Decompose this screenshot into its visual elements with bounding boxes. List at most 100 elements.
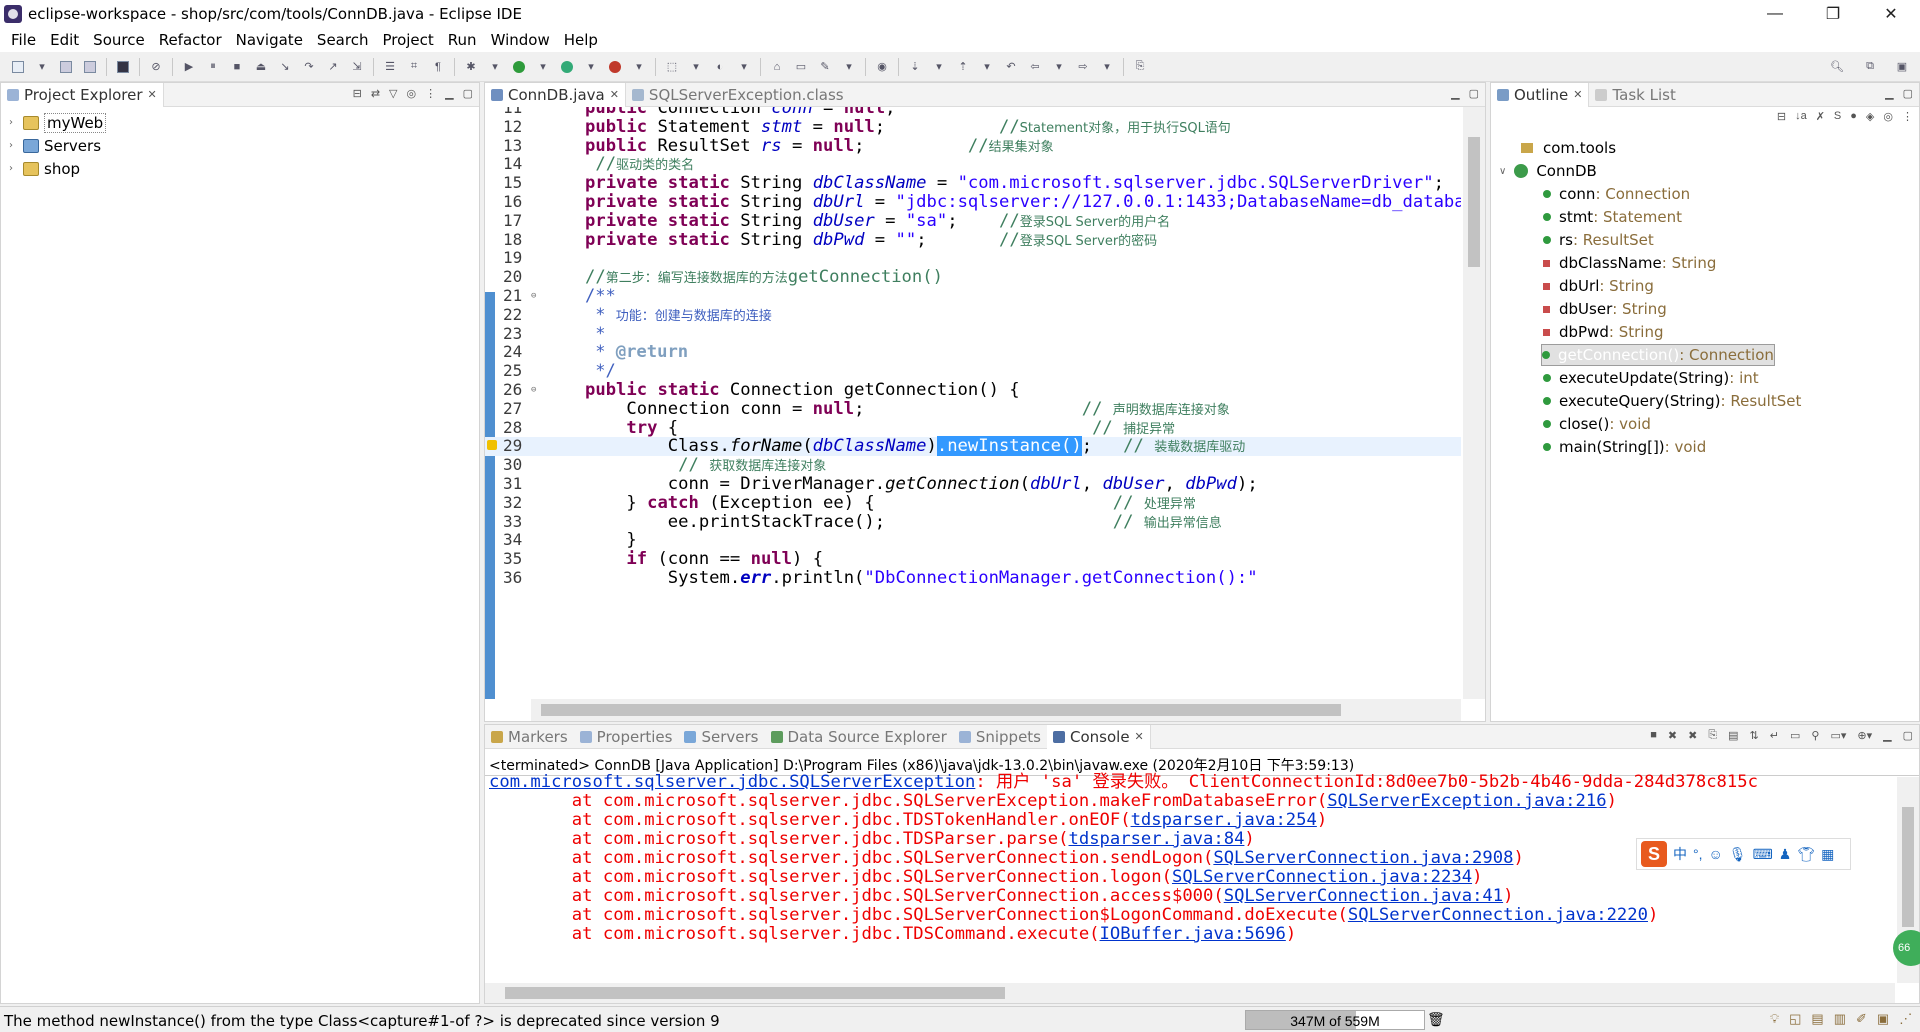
minimize-editor-icon[interactable]: ▁ — [1451, 87, 1459, 100]
back-dropdown-icon[interactable]: ▾ — [1050, 59, 1068, 75]
run-icon[interactable] — [510, 59, 528, 75]
pin-console-icon[interactable]: ⚲ — [1811, 729, 1819, 742]
show-on-output-icon[interactable]: ▭ — [1790, 729, 1800, 742]
tab-conndb-java[interactable]: ConnDB.java ✕ — [485, 82, 626, 107]
code-line[interactable]: 13 public ResultSet rs = null; //结果集对象 — [485, 136, 1461, 156]
word-wrap-icon[interactable]: ↵ — [1770, 729, 1779, 742]
chevron-right-icon[interactable]: › — [9, 163, 23, 174]
code-line[interactable]: 29 Class.forName(dbClassName).newInstanc… — [485, 436, 1461, 457]
outline-member[interactable]: dbClassName : String — [1543, 252, 1919, 274]
copy-icon[interactable]: ⎘ — [1708, 729, 1717, 742]
fold-toggle-icon[interactable]: ⊖ — [531, 287, 536, 306]
class-dropdown-icon[interactable]: ▾ — [735, 59, 753, 75]
terminal-icon[interactable] — [114, 59, 132, 75]
pin-editor-icon[interactable]: ⎘ — [1131, 59, 1149, 75]
outline-member[interactable]: conn : Connection — [1543, 183, 1919, 205]
external-tools-icon[interactable] — [606, 59, 624, 75]
user-icon[interactable]: ♟ — [1779, 846, 1792, 863]
menu-help[interactable]: Help — [564, 31, 598, 49]
code-line[interactable]: 19 — [485, 249, 1461, 268]
save-all-icon[interactable] — [81, 59, 99, 75]
forward-icon[interactable]: ⇨ — [1074, 59, 1092, 75]
code-line[interactable]: 14 //驱动类的类名 — [485, 155, 1461, 174]
view-menu-icon[interactable]: ⋮ — [1902, 110, 1913, 123]
maximize-editor-icon[interactable]: ▢ — [1469, 87, 1479, 100]
menu-window[interactable]: Window — [491, 31, 550, 49]
console-horizontal-scrollbar[interactable] — [485, 983, 1895, 1003]
skin-icon[interactable]: 👕︎ — [1797, 846, 1815, 863]
heap-status[interactable]: 347M of 559M — [1245, 1010, 1425, 1030]
collapse-all-icon[interactable]: ⊟ — [353, 87, 362, 100]
code-line[interactable]: 21 ⊖/** — [485, 286, 1461, 306]
emoji-icon[interactable]: ☺ — [1709, 846, 1723, 862]
code-line[interactable]: 28 try { // 捕捉异常 — [485, 418, 1461, 438]
tab-servers[interactable]: Servers — [678, 725, 764, 749]
code-line[interactable]: 22 * 功能：创建与数据库的连接 — [485, 305, 1461, 325]
search-dropdown-icon[interactable]: ▾ — [840, 59, 858, 75]
code-line[interactable]: 33 ee.printStackTrace(); // 输出异常信息 — [485, 512, 1461, 532]
hide-static-icon[interactable]: S — [1834, 110, 1841, 123]
step-into-icon[interactable]: ↘ — [276, 59, 294, 75]
terminate-icon[interactable]: ■ — [228, 59, 246, 75]
code-line[interactable]: 26 ⊖ public static Connection getConnectio… — [485, 380, 1461, 400]
code-line[interactable]: 18 private static String dbPwd = ""; //登录… — [485, 230, 1461, 250]
next-annotation-dropdown-icon[interactable]: ▾ — [930, 59, 948, 75]
editor-horizontal-scrollbar[interactable] — [531, 699, 1461, 721]
status-tool-icon[interactable]: ✐ — [1856, 1011, 1867, 1027]
toggle-block-selection-icon[interactable]: ☰ — [381, 59, 399, 75]
next-annotation-icon[interactable]: ⇣ — [906, 59, 924, 75]
tab-properties[interactable]: Properties — [574, 725, 679, 749]
outline-member[interactable]: main(String[]) : void — [1543, 436, 1919, 458]
tip-icon[interactable]: 💡︎ — [1770, 1011, 1779, 1027]
outline-member[interactable]: executeUpdate(String) : int — [1543, 367, 1919, 389]
minimize-view-icon[interactable]: ▁ — [445, 87, 453, 100]
display-console-icon[interactable]: ▭▾ — [1830, 729, 1846, 742]
ime-toolbar[interactable]: S 中 °, ☺ 🎙︎ ⌨ ♟ 👕︎ ▦ — [1636, 838, 1851, 870]
hide-fields-icon[interactable]: ✗ — [1816, 110, 1825, 123]
prev-annotation-dropdown-icon[interactable]: ▾ — [978, 59, 996, 75]
minimize-view-icon[interactable]: ▁ — [1885, 87, 1893, 100]
search-tool-icon[interactable]: ✎ — [816, 59, 834, 75]
open-folder-icon[interactable]: ▭ — [792, 59, 810, 75]
package-dropdown-icon[interactable]: ▾ — [687, 59, 705, 75]
disconnect-icon[interactable]: ⏏ — [252, 59, 270, 75]
remove-all-icon[interactable]: ✖ — [1688, 729, 1697, 742]
status-tool-icon[interactable]: ◱ — [1789, 1011, 1801, 1027]
link-editor-icon[interactable]: ⇄ — [371, 87, 380, 100]
status-tool-icon[interactable]: ▤ — [1811, 1011, 1823, 1027]
open-perspective-icon[interactable]: ⧉ — [1861, 59, 1879, 75]
scroll-lock-icon[interactable]: ⇅ — [1750, 729, 1759, 742]
menu-project[interactable]: Project — [382, 31, 433, 49]
new-icon[interactable] — [9, 59, 27, 75]
prev-annotation-icon[interactable]: ⇡ — [954, 59, 972, 75]
chevron-right-icon[interactable]: › — [9, 140, 23, 151]
code-line[interactable]: 36 System.err.println("DbConnectionManag… — [485, 568, 1461, 588]
editor-vertical-scrollbar[interactable] — [1463, 107, 1485, 699]
code-area[interactable]: 11 public Connection conn = null; 12 public… — [485, 107, 1461, 699]
outline-class[interactable]: ∨ ConnDB — [1499, 160, 1919, 182]
code-line[interactable]: 20 //第二步：编写连接数据库的方法getConnection() — [485, 267, 1461, 287]
tab-markers[interactable]: Markers — [485, 725, 574, 749]
project-item[interactable]: › myWeb — [1, 111, 479, 134]
coverage-dropdown-icon[interactable]: ▾ — [582, 59, 600, 75]
microphone-icon[interactable]: 🎙︎ — [1729, 846, 1747, 863]
save-icon[interactable] — [57, 59, 75, 75]
close-button[interactable]: ✕ — [1862, 0, 1920, 28]
tab-data-source-explorer[interactable]: Data Source Explorer — [765, 725, 953, 749]
outline-member[interactable]: dbUrl : String — [1543, 275, 1919, 297]
project-item[interactable]: › Servers — [1, 134, 479, 157]
project-item[interactable]: › shop — [1, 157, 479, 180]
new-dropdown-icon[interactable]: ▾ — [33, 59, 51, 75]
warning-marker-icon[interactable] — [487, 440, 497, 451]
maximize-view-icon[interactable]: ▢ — [1903, 87, 1913, 100]
step-over-icon[interactable]: ↷ — [300, 59, 318, 75]
maximize-button[interactable]: ❐ — [1804, 0, 1862, 28]
outline-member[interactable]: rs : ResultSet — [1543, 229, 1919, 251]
close-tab-icon[interactable]: ✕ — [1573, 88, 1582, 101]
open-console-icon[interactable]: ⊕▾ — [1857, 729, 1872, 742]
outline-member[interactable]: close() : void — [1543, 413, 1919, 435]
close-tab-icon[interactable]: ✕ — [148, 88, 157, 101]
maximize-view-icon[interactable]: ▢ — [463, 87, 473, 100]
back-icon[interactable]: ⇦ — [1026, 59, 1044, 75]
close-tab-icon[interactable]: ✕ — [1135, 730, 1144, 743]
